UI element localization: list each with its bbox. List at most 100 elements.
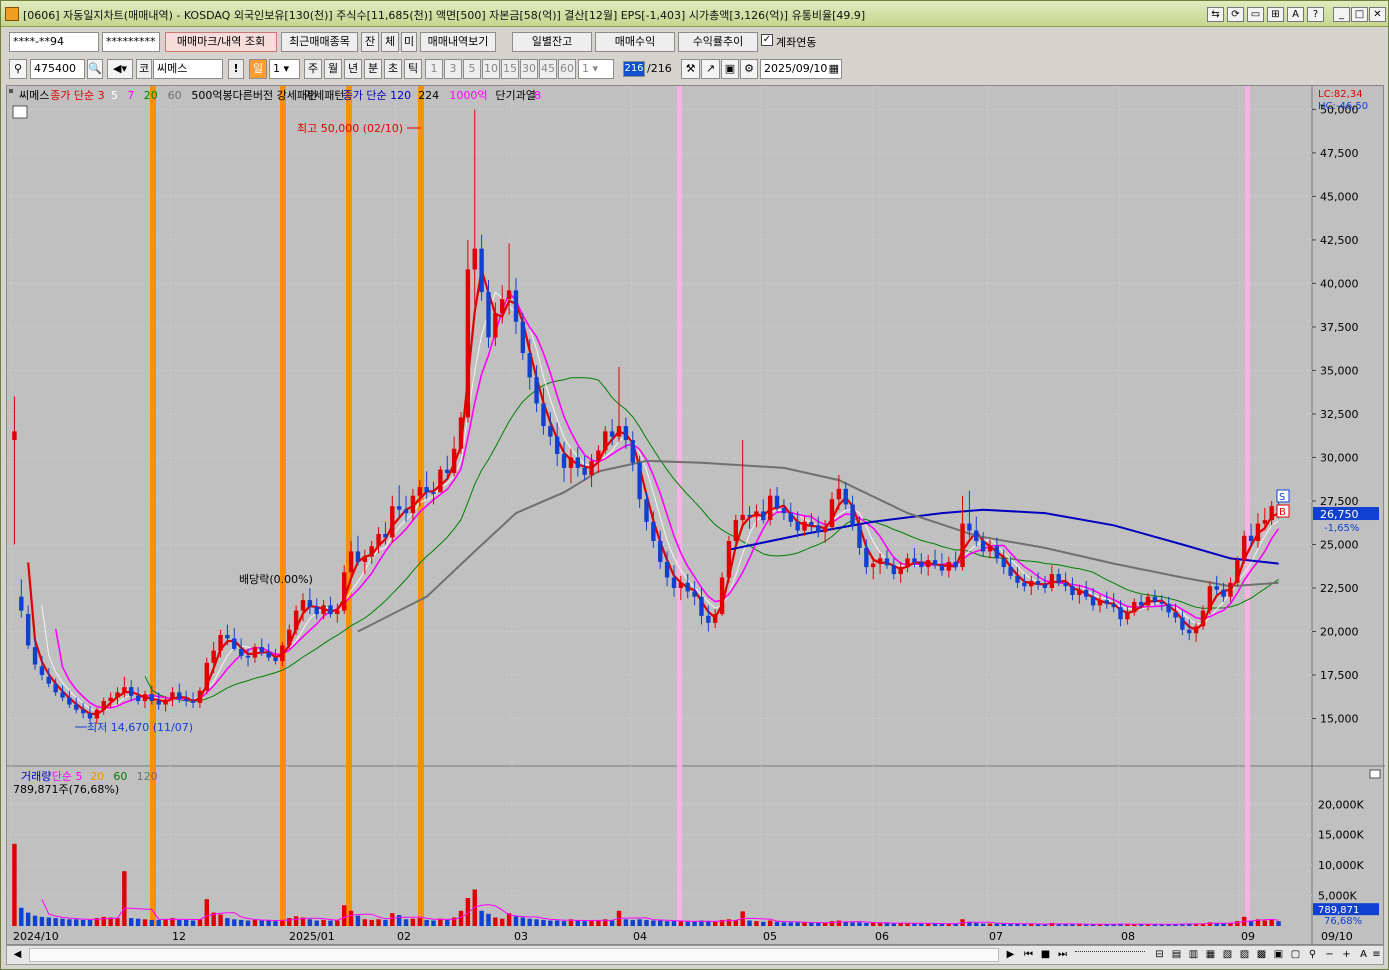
layout7-icon[interactable]: ▣ bbox=[1271, 948, 1286, 963]
font-icon[interactable]: A bbox=[1287, 7, 1304, 22]
password-field[interactable]: ********* bbox=[102, 32, 160, 52]
candle-body bbox=[170, 692, 175, 700]
first-icon[interactable]: ⏮ bbox=[1021, 948, 1036, 963]
market-button[interactable]: 코 bbox=[136, 59, 152, 79]
recent-trades-button[interactable]: 최근매매종목 bbox=[281, 32, 358, 52]
tools-icon[interactable]: ⚒ bbox=[681, 59, 700, 79]
layout5-icon[interactable]: ▨ bbox=[1237, 948, 1252, 963]
speaker-icon[interactable]: ◀▾ bbox=[107, 59, 133, 79]
stock-name-field[interactable]: 씨메스 bbox=[153, 59, 223, 79]
candle-body bbox=[912, 558, 917, 562]
minute-5-button[interactable]: 5 bbox=[463, 59, 481, 79]
candle-body bbox=[939, 565, 945, 571]
zoom-in-icon[interactable]: + bbox=[1339, 948, 1354, 963]
account-select[interactable]: ****-**94 bbox=[9, 32, 99, 52]
chart-scrollbar[interactable]: ◀ ▶ ⏮ ■ ⏭ ⊟ ▤ ▥ ▦ ▧ ▨ ▩ ▣ ▢ ⚲ − + A ≡ bbox=[6, 945, 1384, 965]
tile-icon[interactable]: ⊟ bbox=[1152, 948, 1167, 963]
magnifier-icon[interactable]: 🔍 bbox=[87, 59, 103, 79]
unexecuted-button[interactable]: 미 bbox=[401, 32, 417, 52]
executed-button[interactable]: 체 bbox=[381, 32, 399, 52]
period-year-button[interactable]: 년 bbox=[344, 59, 362, 79]
zoom-out-icon[interactable]: − bbox=[1322, 948, 1337, 963]
trade-mark-button[interactable]: 매매마크/내역 조회 bbox=[165, 32, 277, 52]
candle-body bbox=[980, 540, 986, 552]
trade-profit-button[interactable]: 매매수익 bbox=[595, 32, 675, 52]
layout6-icon[interactable]: ▩ bbox=[1254, 948, 1269, 963]
candle-body bbox=[630, 440, 635, 463]
calendar-icon[interactable]: ▦ bbox=[829, 60, 839, 78]
alert-icon[interactable]: ! bbox=[228, 59, 244, 79]
minute-30-button[interactable]: 30 bbox=[520, 59, 538, 79]
minute-45-button[interactable]: 45 bbox=[539, 59, 557, 79]
candle-body bbox=[493, 313, 498, 338]
ma20-line bbox=[144, 377, 1279, 702]
minute-60-button[interactable]: 60 bbox=[558, 59, 576, 79]
account-link-checkbox[interactable]: ✓ bbox=[761, 34, 773, 46]
candle-body bbox=[1063, 582, 1068, 587]
volume-bar bbox=[403, 919, 409, 926]
candle-body bbox=[25, 614, 31, 646]
candle-body bbox=[692, 591, 697, 597]
maximize-button[interactable]: □ bbox=[1351, 7, 1368, 22]
candle-body bbox=[719, 577, 725, 615]
zoom-track[interactable] bbox=[1075, 951, 1145, 952]
settings-icon[interactable]: ⚙ bbox=[740, 59, 758, 79]
last-icon[interactable]: ⏭ bbox=[1055, 948, 1070, 963]
period-tick-button[interactable]: 틱 bbox=[404, 59, 422, 79]
candle-body bbox=[101, 701, 106, 710]
period-month-button[interactable]: 월 bbox=[324, 59, 342, 79]
minute-3-button[interactable]: 3 bbox=[444, 59, 462, 79]
layout8-icon[interactable]: ▢ bbox=[1288, 948, 1303, 963]
minimize-button[interactable]: _ bbox=[1333, 7, 1350, 22]
candle bbox=[1001, 549, 1006, 575]
period-count-select[interactable]: 1 ▾ bbox=[269, 59, 300, 79]
link-icon[interactable]: ⇆ bbox=[1207, 7, 1224, 22]
search-stock-icon[interactable]: ⚲ bbox=[9, 59, 27, 79]
chart-area[interactable]: 50,000 47,500 45,000 42,500 40,000 37,500 35,0… bbox=[6, 85, 1385, 946]
return-trend-button[interactable]: 수익률추이 bbox=[678, 32, 758, 52]
save-icon[interactable]: ▣ bbox=[721, 59, 739, 79]
volume-bar bbox=[822, 922, 828, 926]
help-icon[interactable]: ? bbox=[1307, 7, 1324, 22]
date-field[interactable]: 2025/09/10 ▦ bbox=[760, 59, 842, 79]
stock-code-value: 475400 bbox=[34, 62, 76, 75]
period-minute-button[interactable]: 분 bbox=[364, 59, 382, 79]
line-tool-icon[interactable]: ↗ bbox=[701, 59, 720, 79]
candle bbox=[987, 539, 993, 559]
candle-body bbox=[190, 701, 196, 703]
candle bbox=[974, 516, 979, 547]
date-axis-label: 04 bbox=[633, 930, 647, 943]
pin-icon[interactable]: ⊞ bbox=[1267, 7, 1284, 22]
scroll-right-icon[interactable]: ▶ bbox=[1003, 948, 1018, 963]
count-badge[interactable]: 216 bbox=[623, 61, 645, 77]
daily-balance-button[interactable]: 일별잔고 bbox=[512, 32, 592, 52]
menu-icon[interactable]: ≡ bbox=[1369, 948, 1384, 963]
price-legend-item: 종가 단순 3 bbox=[50, 89, 104, 102]
refresh-icon[interactable]: ⟳ bbox=[1227, 7, 1244, 22]
layout1-icon[interactable]: ▤ bbox=[1169, 948, 1184, 963]
close-button[interactable]: ✕ bbox=[1369, 7, 1386, 22]
minute-select[interactable]: 1 ▾ bbox=[578, 59, 614, 79]
trade-history-button[interactable]: 매매내역보기 bbox=[420, 32, 496, 52]
price-legend-item: 224 bbox=[418, 89, 439, 102]
period-day-button[interactable]: 일 bbox=[249, 59, 267, 79]
volume-bar bbox=[390, 913, 395, 926]
stop-icon[interactable]: ■ bbox=[1038, 948, 1053, 963]
candle-body bbox=[321, 605, 326, 615]
layout2-icon[interactable]: ▥ bbox=[1186, 948, 1201, 963]
screen-icon[interactable]: ▭ bbox=[1247, 7, 1264, 22]
minute-15-button[interactable]: 15 bbox=[501, 59, 519, 79]
minute-1-button[interactable]: 1 bbox=[425, 59, 443, 79]
stock-code-input[interactable]: 475400 bbox=[30, 59, 85, 79]
period-week-button[interactable]: 주 bbox=[304, 59, 322, 79]
zoom-search-icon[interactable]: ⚲ bbox=[1305, 948, 1320, 963]
period-second-button[interactable]: 초 bbox=[384, 59, 402, 79]
layout3-icon[interactable]: ▦ bbox=[1203, 948, 1218, 963]
price-tick-label: 22,500 bbox=[1320, 582, 1359, 595]
balance-button[interactable]: 잔 bbox=[361, 32, 379, 52]
scroll-left-icon[interactable]: ◀ bbox=[10, 948, 25, 963]
layout4-icon[interactable]: ▧ bbox=[1220, 948, 1235, 963]
minute-10-button[interactable]: 10 bbox=[482, 59, 500, 79]
scroll-track[interactable] bbox=[29, 948, 999, 962]
volume-bar bbox=[190, 920, 196, 926]
